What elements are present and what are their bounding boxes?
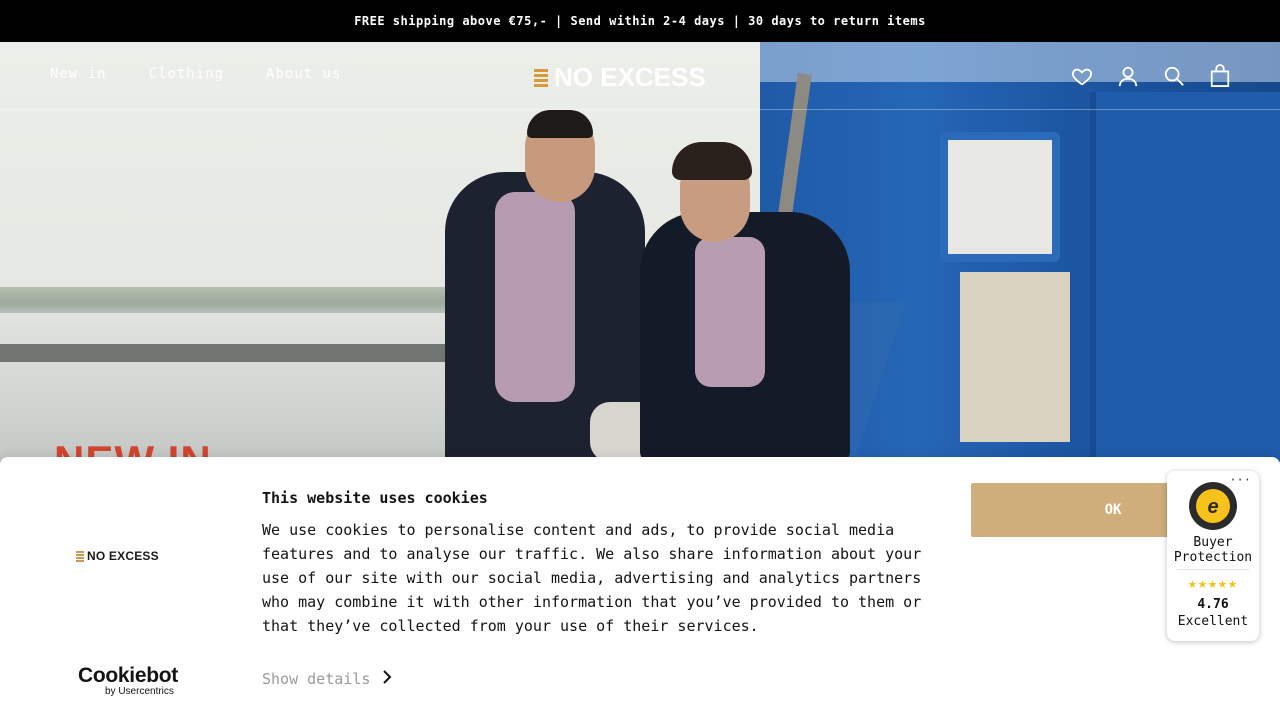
svg-text:e: e [1207, 496, 1218, 518]
cookie-banner: NO EXCESS Cookiebot by Usercentrics This… [0, 457, 1280, 720]
boat-cabin [960, 272, 1070, 442]
chevron-right-icon [382, 670, 392, 688]
trusted-shops-seal-icon: e [1189, 482, 1237, 530]
nav-item-new-in[interactable]: New in [50, 66, 107, 82]
cookiebot-logo-main: Cookiebot [78, 664, 178, 687]
badge-buyer-text: Buyer [1193, 535, 1233, 550]
cookie-title: This website uses cookies [262, 489, 488, 507]
badge-protection-text: Protection [1173, 550, 1253, 565]
show-details-label: Show details [262, 670, 371, 688]
cookie-banner-logo: NO EXCESS [76, 549, 159, 563]
main-nav: New in Clothing About us [50, 66, 341, 82]
boat-window [940, 132, 1060, 262]
search-icon[interactable] [1162, 64, 1186, 88]
nav-item-about-us[interactable]: About us [266, 66, 341, 82]
badge-rating-value: 4.76 [1197, 597, 1229, 612]
bag-icon[interactable] [1208, 64, 1232, 88]
show-details-link[interactable]: Show details [262, 670, 392, 688]
model-1-hair [527, 110, 593, 138]
star-rating-icon: ★★★★★ [1187, 574, 1239, 592]
cookie-logo-wordmark: NO EXCESS [87, 549, 159, 563]
cookie-description: We use cookies to personalise content an… [262, 521, 922, 635]
site-logo[interactable]: NO EXCESS [534, 62, 706, 93]
boat-door [1090, 92, 1280, 462]
model-1-top [495, 192, 575, 402]
announcement-text: FREE shipping above €75,- | Send within … [354, 14, 926, 28]
badge-divider [1177, 569, 1249, 570]
nav-item-clothing[interactable]: Clothing [149, 66, 224, 82]
model-2-top [695, 237, 765, 387]
cookiebot-logo[interactable]: Cookiebot by Usercentrics [78, 665, 178, 697]
model-2-hair [672, 142, 752, 180]
header-icons [1070, 64, 1232, 88]
badge-rating-verdict: Excellent [1177, 614, 1249, 629]
heart-icon[interactable] [1070, 64, 1094, 88]
account-icon[interactable] [1116, 64, 1140, 88]
announcement-bar: FREE shipping above €75,- | Send within … [0, 0, 1280, 42]
site-header: New in Clothing About us NO EXCESS [0, 42, 1280, 110]
trusted-shops-badge[interactable]: ··· e Buyer Protection ★★★★★ 4.76 Excell… [1167, 471, 1259, 641]
logo-mark-icon [76, 550, 84, 562]
cookiebot-logo-sub: by Usercentrics [105, 686, 174, 697]
hero-dock [0, 344, 470, 362]
logo-wordmark: NO EXCESS [554, 62, 706, 92]
logo-mark-icon [534, 68, 548, 87]
